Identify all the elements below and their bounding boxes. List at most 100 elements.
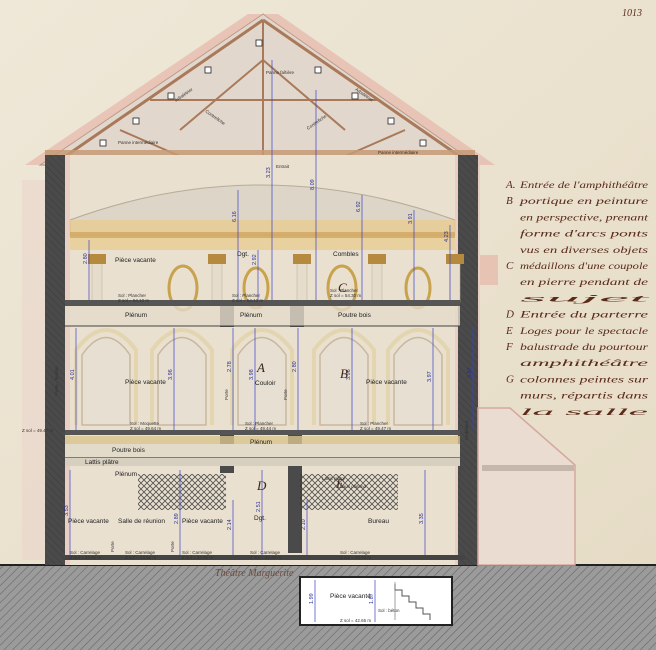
room-plenum-ground: Plénum: [115, 471, 137, 478]
legend-text: colonnes peintes sur: [520, 375, 648, 385]
level-z-upper-1: Z sol = 54.10 m: [118, 298, 149, 303]
dim-mid-5: 2.80: [292, 361, 298, 372]
legend-text: en perspective, prenant: [520, 213, 648, 223]
dim-ground-2: 2.89: [174, 513, 180, 524]
legend-text: Entrée de l'amphithéâtre: [519, 181, 648, 191]
legend-letter: B: [506, 195, 513, 207]
room-piece-vacante-mid-right: Pièce vacante: [366, 379, 407, 386]
label-radiateur: Radiateur: [464, 420, 469, 440]
label-porte-1: Porte: [224, 389, 229, 400]
legend-letter: A.: [505, 179, 515, 191]
room-piece-vacante-ground-mid: Pièce vacante: [182, 518, 223, 525]
dim-mid-4: 3.98: [249, 369, 255, 380]
legend-text: portique en peinture: [518, 197, 648, 207]
legend-text: balustrade du pourtour: [520, 343, 648, 353]
dim-upper-1: 2.80: [83, 253, 89, 264]
room-piece-vacante-basement: Pièce vacante: [330, 593, 371, 600]
legend-letter: C: [506, 260, 514, 272]
level-z-g4: Z sol = 44.98 m: [250, 555, 281, 560]
room-lattis-platre: Lattis plâtre: [85, 459, 119, 466]
legend-text: murs, répartis dans: [520, 392, 649, 402]
label-panne-right: Panne intermédiaire: [378, 150, 419, 155]
legend-letter: E: [505, 325, 513, 337]
room-faux-plafond: Faux plafond: [340, 484, 367, 489]
legend-text: sujet: [520, 294, 650, 304]
legend-text: Loges pour le spectacle: [519, 327, 648, 337]
level-z-g5: Z sol = 44.93 m: [340, 555, 371, 560]
dim-mid-2: 3.96: [168, 369, 174, 380]
legend-text: médaillons d'une coupole: [520, 262, 648, 272]
label-panne-faitiere: Panne faîtière: [266, 70, 295, 75]
page-number: 1013: [622, 8, 642, 19]
room-plenum-mid: Plénum: [240, 312, 262, 319]
legend-letter: G: [506, 373, 514, 385]
dim-mid-8: 3.87: [467, 367, 473, 378]
room-dgt-upper: Dgt.: [237, 251, 249, 258]
level-beton-basement: Sol : béton: [378, 608, 400, 613]
ground-hatch-left: [138, 474, 226, 510]
plan-letter-c: C: [338, 280, 347, 295]
room-piece-vacante-ground-left: Pièce vacante: [68, 518, 109, 525]
label-porte-2: Porte: [283, 389, 288, 400]
dim-upper-3: 2.92: [252, 254, 258, 265]
level-z-upper-2: Z sol = 54.12 m: [232, 298, 263, 303]
plan-letter-d: D: [256, 478, 267, 493]
room-salle-reunion: Salle de réunion: [118, 518, 165, 525]
dim-upper-6: 4.23: [444, 231, 450, 242]
pencil-note: Théâtre Marguerite: [215, 568, 294, 579]
dim-ground-6: 3.35: [419, 513, 425, 524]
level-z-g3: Z sol = 44.94 m: [182, 555, 213, 560]
room-couloir: Couloir: [255, 380, 276, 387]
room-combles: Combles: [333, 251, 359, 258]
level-z-g2: Z sol = 44.94 m: [125, 555, 156, 560]
dim-basement-2: 1.87: [369, 593, 375, 604]
dim-roof-1: 3.23: [266, 167, 272, 178]
label-porte-ground-2: Porte: [170, 541, 175, 552]
label-porte-ground-1: Porte: [110, 541, 115, 552]
legend-letter: F: [505, 341, 513, 353]
room-poutre-bois-lower: Poutre bois: [112, 447, 146, 454]
level-z-mid-left: Z sol = 49.47 m: [22, 428, 53, 433]
basement: [299, 576, 453, 626]
room-plenum-lower: Plénum: [250, 439, 272, 446]
dim-mid-1: 4.01: [70, 369, 76, 380]
plan-letter-e: E: [335, 476, 344, 491]
dim-upper-2: 6.16: [232, 211, 238, 222]
dim-roof-2: 8.09: [310, 179, 316, 190]
level-z-mid-2: Z sol = 49.44 m: [245, 426, 276, 431]
legend-text: Entrée du parterre: [518, 311, 648, 321]
legend-text: en pierre pendant de: [520, 278, 648, 288]
dim-ground-1: 3.53: [64, 505, 70, 516]
ground-hatch-right: [300, 474, 398, 510]
legend-text: vus en diverses objets: [520, 246, 648, 256]
legend-text: la salle: [520, 408, 648, 418]
dim-upper-4: 6.92: [356, 201, 362, 212]
drawing-sheet: Théâtre Marguerite 1013 Panne faîtière C…: [0, 0, 656, 650]
legend-letter: D: [505, 309, 514, 321]
level-z-g1: Z sol = 44.94 m: [70, 555, 101, 560]
handwritten-legend: A. Entrée de l'amphithéâtre B portique en p…: [505, 179, 650, 418]
dim-mid-7: 3.97: [427, 371, 433, 382]
label-porte-fenetre: Porte - fenêtre: [54, 366, 59, 395]
dim-basement-1: 1.99: [309, 593, 315, 604]
label-panne-left: Panne intermédiaire: [118, 140, 159, 145]
level-z-basement: Z sol = 42.65 m: [340, 618, 371, 623]
level-z-mid-1: Z sol = 49.64 m: [130, 426, 161, 431]
dim-upper-5: 3.91: [408, 213, 414, 224]
plan-letter-a: A: [256, 360, 265, 375]
room-poutre-bois-upper: Poutre bois: [338, 312, 372, 319]
room-plenum-left: Plénum: [125, 312, 147, 319]
level-z-mid-3: Z sol = 49.47 m: [360, 426, 391, 431]
room-piece-vacante-mid-left: Pièce vacante: [125, 379, 166, 386]
legend-text: forme d'arcs ponts: [520, 229, 649, 240]
section-drawing: Théâtre Marguerite 1013 Panne faîtière C…: [0, 0, 656, 650]
room-bureau: Bureau: [368, 518, 389, 525]
dim-ground-4: 2.51: [256, 501, 262, 512]
room-dgt-ground: Dgt.: [254, 515, 266, 522]
dim-ground-5: 2.10: [301, 519, 307, 530]
room-piece-vacante-upper: Pièce vacante: [115, 257, 156, 264]
dim-mid-3: 2.78: [227, 361, 233, 372]
plan-letter-b: B: [340, 366, 348, 381]
label-entrait: Entrait: [276, 164, 290, 169]
legend-text: amphithéâtre: [520, 359, 648, 369]
